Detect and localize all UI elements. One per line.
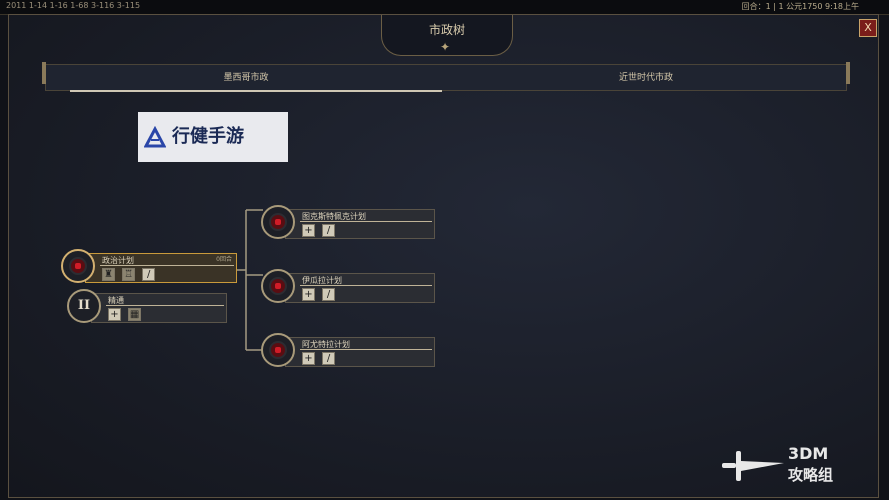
turns-count: 0回合 — [216, 256, 232, 263]
unlock-icons: + / — [302, 352, 337, 366]
divider — [300, 285, 432, 286]
civic-status-icon — [261, 205, 295, 239]
civic-node-mastery[interactable]: 精通 + ▦ II — [67, 289, 227, 323]
plus-icon: + — [302, 352, 315, 365]
divider — [100, 265, 234, 266]
policy-card-icon: / — [322, 352, 336, 365]
civic-status-icon — [261, 269, 295, 303]
unlock-icons: ♜ ♖ / — [102, 268, 157, 282]
divider — [106, 305, 224, 306]
unit-icon: ♜ — [102, 268, 115, 281]
civic-status-icon — [261, 333, 295, 367]
building-icon: ♖ — [122, 268, 136, 281]
civic-panel: 阿尤特拉计划 + / — [285, 337, 435, 367]
plus-icon: + — [302, 288, 315, 301]
civic-node-political-plan[interactable]: 政治计划 0回合 ♜ ♖ / — [61, 249, 237, 283]
plus-icon: + — [108, 308, 121, 321]
civics-tree-window: 市政树 ✦ X 墨西哥市政 近世时代市政 行健手游 政治计划 0回合 ♜ ♖ / — [8, 14, 879, 498]
plus-icon: + — [302, 224, 315, 237]
policy-card-icon: / — [322, 288, 336, 301]
mastery-level-icon: II — [67, 289, 101, 323]
unlock-icons: + ▦ — [108, 308, 143, 322]
civic-panel: 图克斯特佩克计划 + / — [285, 209, 435, 239]
policy-card-icon: / — [322, 224, 336, 237]
civic-node-tuxtepec-plan[interactable]: 图克斯特佩克计划 + / — [261, 205, 435, 239]
policy-card-icon: / — [142, 268, 156, 281]
3dm-logo: 3DM 攻略组 — [720, 443, 880, 493]
civic-panel: 伊瓜拉计划 + / — [285, 273, 435, 303]
logo-line-1: 3DM — [788, 444, 829, 463]
building-icon: ▦ — [128, 308, 142, 321]
sword-icon — [722, 451, 784, 481]
civic-node-ayutla-plan[interactable]: 阿尤特拉计划 + / — [261, 333, 435, 367]
unlock-icons: + / — [302, 288, 337, 302]
unlock-icons: + / — [302, 224, 337, 238]
divider — [300, 221, 432, 222]
turn-date-time: 回合：1 | 1 公元1750 9:18上午 — [741, 2, 859, 11]
civic-panel: 政治计划 0回合 ♜ ♖ / — [85, 253, 237, 283]
civic-status-icon — [61, 249, 95, 283]
resources-readout: 2011 1-14 1-16 1-68 3-116 3-115 — [6, 1, 141, 10]
logo-line-2: 攻略组 — [788, 466, 834, 484]
civic-node-iguala-plan[interactable]: 伊瓜拉计划 + / — [261, 269, 435, 303]
divider — [300, 349, 432, 350]
top-status-bar: 2011 1-14 1-16 1-68 3-116 3-115 回合：1 | 1… — [0, 0, 889, 15]
civic-panel: 精通 + ▦ — [91, 293, 227, 323]
